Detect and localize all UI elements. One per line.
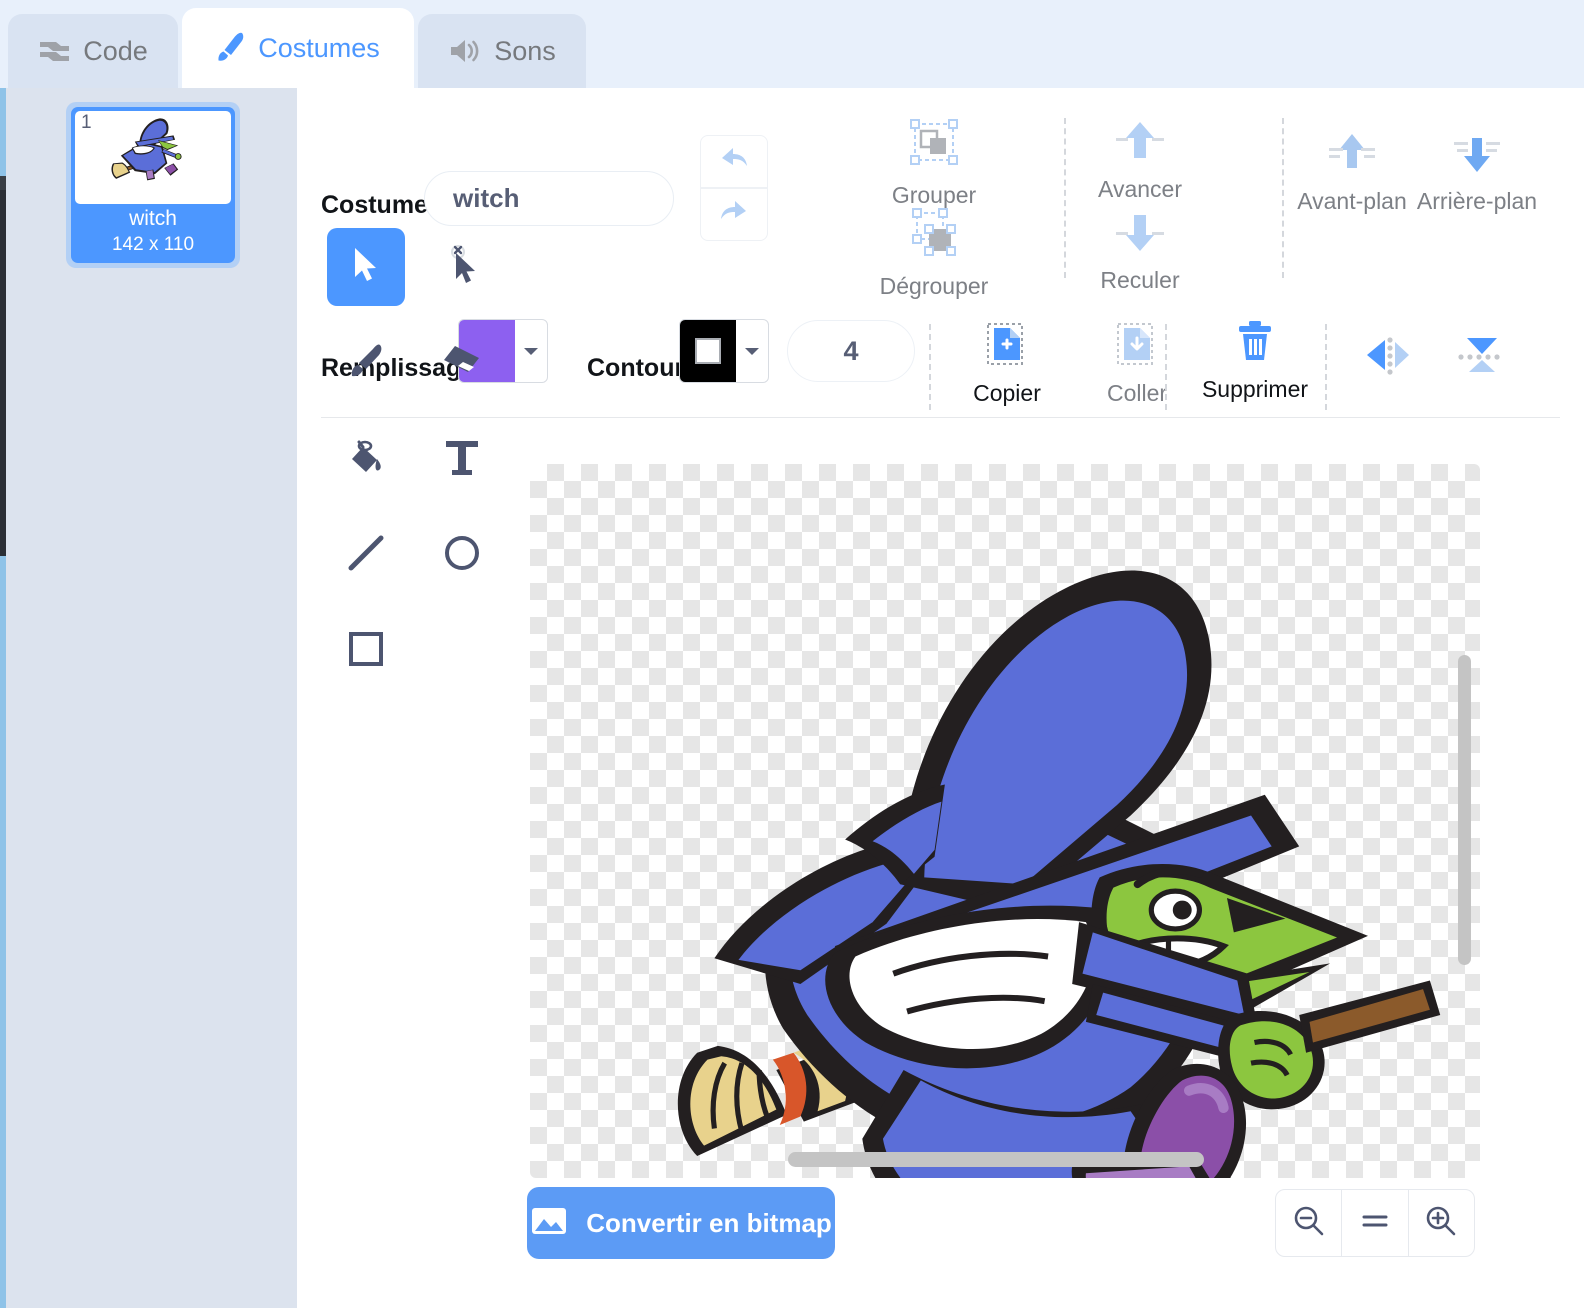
tab-bar: Code Costumes Sons	[0, 0, 1584, 88]
zoom-out-icon	[1291, 1203, 1327, 1244]
witch-artwork	[677, 570, 1441, 1178]
forward-arrow-icon	[1112, 116, 1168, 171]
flip-horizontal-button[interactable]	[1345, 332, 1435, 383]
tool-fill[interactable]	[327, 420, 405, 498]
ungroup-icon	[905, 207, 963, 268]
backward-button-label: Reculer	[1100, 267, 1180, 293]
redo-button[interactable]	[700, 188, 768, 241]
tool-text[interactable]	[423, 420, 501, 498]
bring-to-front-label: Avant-plan	[1297, 188, 1407, 214]
tab-costumes[interactable]: Costumes	[182, 8, 414, 88]
toolbar-horizontal-divider	[321, 417, 1560, 418]
costume-item-size: 142 x 110	[111, 234, 195, 255]
eraser-icon	[442, 344, 482, 383]
send-to-back-icon	[1448, 130, 1506, 183]
arrow-cursor-icon	[351, 246, 381, 289]
toolbar-divider-5	[1325, 324, 1327, 410]
costume-item-body: 1 witch 142 x 110	[71, 107, 235, 263]
circle-tool-icon	[443, 534, 481, 577]
paint-editor-panel: Costume witch Grouper Dégrouper Avancer …	[297, 88, 1584, 1308]
copy-icon	[982, 320, 1032, 375]
convert-to-bitmap-button[interactable]: Convertir en bitmap	[527, 1187, 835, 1259]
canvas-vertical-scrollbar[interactable]	[1458, 655, 1471, 965]
paint-canvas[interactable]	[530, 464, 1480, 1178]
tool-rectangle[interactable]	[327, 612, 405, 690]
contour-color-swatch[interactable]	[679, 319, 769, 383]
forward-button[interactable]: Avancer	[1065, 116, 1215, 202]
contour-inner-square	[695, 338, 721, 364]
chevron-down-icon	[515, 320, 547, 382]
tool-select[interactable]	[327, 228, 405, 306]
copy-button-label: Copier	[973, 380, 1041, 406]
canvas-horizontal-scrollbar[interactable]	[788, 1152, 1204, 1167]
costume-list-item-witch[interactable]: 1 witch 142 x 110	[66, 102, 240, 268]
convert-to-bitmap-label: Convertir en bitmap	[586, 1207, 832, 1238]
contour-color-preview	[680, 320, 736, 382]
line-tool-icon	[347, 534, 385, 577]
forward-button-label: Avancer	[1098, 176, 1182, 202]
toolbar-divider-4	[1165, 324, 1167, 410]
bring-to-front-button[interactable]: Avant-plan	[1287, 130, 1417, 214]
costume-list-sidebar: 1 witch 142 x 110	[6, 88, 297, 1308]
send-to-back-label: Arrière-plan	[1416, 188, 1538, 214]
rectangle-tool-icon	[347, 630, 385, 673]
costume-name-input[interactable]: witch	[424, 171, 674, 226]
paint-bucket-icon	[346, 437, 386, 482]
tab-sons[interactable]: Sons	[418, 14, 586, 88]
paintbrush-icon	[216, 31, 246, 65]
equals-icon	[1358, 1209, 1392, 1238]
costume-item-index: 1	[81, 112, 92, 133]
tab-costumes-label: Costumes	[258, 32, 380, 63]
flip-vertical-button[interactable]	[1437, 332, 1527, 383]
chevron-down-icon	[736, 320, 768, 382]
tool-line[interactable]	[327, 516, 405, 594]
costume-thumbnail	[75, 111, 231, 204]
tool-eraser[interactable]	[423, 324, 501, 402]
send-to-back-button[interactable]: Arrière-plan	[1412, 130, 1542, 214]
stroke-width-input[interactable]: 4	[787, 320, 915, 382]
paste-button-label: Coller	[1106, 380, 1168, 406]
contour-label: Contour	[587, 354, 685, 382]
group-button-label: Grouper	[891, 182, 977, 208]
flip-horizontal-icon	[1361, 332, 1419, 383]
zoom-out-button[interactable]	[1276, 1190, 1341, 1256]
tool-reshape[interactable]	[423, 228, 501, 306]
backward-arrow-icon	[1112, 207, 1168, 262]
toolbar-divider-3	[929, 324, 931, 410]
zoom-in-button[interactable]	[1407, 1190, 1474, 1256]
copy-button[interactable]: Copier	[942, 320, 1072, 406]
backward-button[interactable]: Reculer	[1065, 207, 1215, 293]
tool-circle[interactable]	[423, 516, 501, 594]
group-button[interactable]: Grouper	[859, 116, 1009, 208]
tab-code-label: Code	[83, 35, 148, 66]
speaker-icon	[448, 37, 482, 65]
paste-icon	[1112, 320, 1162, 375]
image-icon	[530, 1205, 568, 1242]
zoom-controls	[1275, 1189, 1475, 1257]
ungroup-button-label: Dégrouper	[879, 273, 989, 299]
undo-button[interactable]	[700, 135, 768, 188]
tab-sons-label: Sons	[494, 35, 556, 66]
undo-arrow-icon	[717, 144, 751, 179]
tab-code[interactable]: Code	[8, 14, 178, 88]
redo-arrow-icon	[717, 197, 751, 232]
zoom-in-icon	[1423, 1203, 1459, 1244]
delete-button[interactable]: Supprimer	[1175, 318, 1335, 402]
reshape-cursor-icon	[444, 244, 480, 290]
text-tool-icon	[444, 437, 480, 482]
trash-icon	[1232, 318, 1278, 371]
delete-button-label: Supprimer	[1201, 376, 1309, 402]
costume-name-label: Costume	[321, 191, 428, 219]
code-blocks-icon	[38, 38, 71, 64]
group-icon	[905, 116, 963, 177]
costume-item-name: witch	[129, 207, 177, 230]
bring-to-front-icon	[1323, 130, 1381, 183]
scratch-paint-editor: Code Costumes Sons 1 witch 142 x 110 Cos…	[0, 0, 1584, 1308]
toolbar-divider-2	[1282, 118, 1284, 278]
ungroup-button[interactable]: Dégrouper	[859, 207, 1009, 299]
flip-vertical-icon	[1453, 332, 1511, 383]
zoom-reset-button[interactable]	[1341, 1190, 1407, 1256]
paintbrush-tool-icon	[347, 342, 385, 385]
tool-brush[interactable]	[327, 324, 405, 402]
